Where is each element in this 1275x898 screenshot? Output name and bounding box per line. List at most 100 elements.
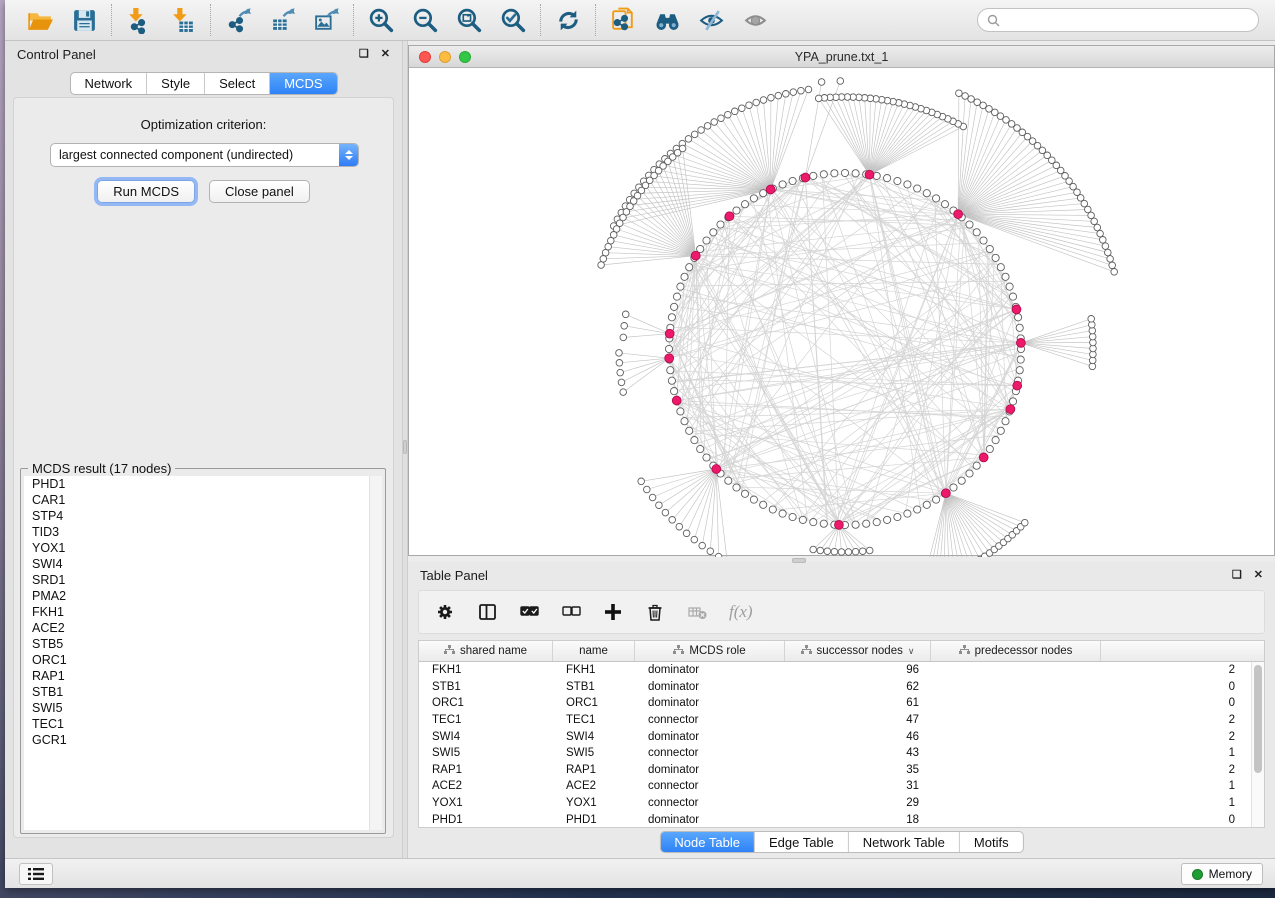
mcds-result-item[interactable]: FKH1 <box>24 604 382 620</box>
table-row[interactable]: TEC1TEC1connector472 <box>419 712 1251 729</box>
export-network-icon[interactable] <box>224 6 252 34</box>
mcds-result-item[interactable]: YOX1 <box>24 540 382 556</box>
search-input[interactable] <box>1006 13 1249 27</box>
mcds-tab-content: Optimization criterion: largest connecte… <box>13 97 394 838</box>
graphics-details-icon[interactable] <box>697 6 725 34</box>
import-network-icon[interactable] <box>125 6 153 34</box>
close-table-panel-icon[interactable]: ✕ <box>1254 570 1263 581</box>
run-mcds-button[interactable]: Run MCDS <box>97 180 195 203</box>
mcds-list-scrollbar[interactable] <box>369 476 382 830</box>
splitter-grip[interactable] <box>403 440 407 454</box>
table-panel: Table Panel ❑ ✕ f(x) shared namenameMCDS… <box>408 562 1275 858</box>
tab-select[interactable]: Select <box>205 73 270 94</box>
table-header-row: shared namenameMCDS rolesuccessor nodes∨… <box>419 641 1264 662</box>
column-header-predecessor-nodes[interactable]: predecessor nodes <box>931 641 1101 661</box>
network-window-titlebar[interactable]: YPA_prune.txt_1 <box>409 46 1274 68</box>
tab-edge-table[interactable]: Edge Table <box>755 832 849 852</box>
search-box[interactable] <box>977 8 1259 32</box>
tab-motifs[interactable]: Motifs <box>960 832 1023 852</box>
mcds-result-item[interactable]: ACE2 <box>24 620 382 636</box>
maximize-window-button[interactable] <box>459 51 471 63</box>
table-scrollbar-thumb[interactable] <box>1254 665 1262 773</box>
table-row[interactable]: STB1STB1dominator620 <box>419 679 1251 696</box>
control-panel-titlebar: Control Panel ❑ ✕ <box>5 41 402 67</box>
table-row[interactable]: FKH1FKH1dominator962 <box>419 662 1251 679</box>
mcds-result-list[interactable]: PHD1CAR1STP4TID3YOX1SWI4SRD1PMA2FKH1ACE2… <box>24 476 382 830</box>
column-header-successor-nodes[interactable]: successor nodes∨ <box>785 641 931 661</box>
refresh-icon[interactable] <box>554 6 582 34</box>
search-network-icon[interactable] <box>653 6 681 34</box>
column-header-shared-name[interactable]: shared name <box>419 641 553 661</box>
hide-details-icon[interactable] <box>741 6 769 34</box>
table-row[interactable]: YOX1YOX1connector291 <box>419 795 1251 812</box>
table-row[interactable]: SWI5SWI5connector431 <box>419 745 1251 762</box>
open-file-icon[interactable] <box>26 6 54 34</box>
column-header-name[interactable]: name <box>553 641 635 661</box>
close-window-button[interactable] <box>419 51 431 63</box>
export-table-icon[interactable] <box>268 6 296 34</box>
close-panel-button[interactable]: Close panel <box>209 180 310 203</box>
gear-icon[interactable] <box>435 602 457 622</box>
table-row[interactable]: ORC1ORC1dominator610 <box>419 695 1251 712</box>
tab-mcds[interactable]: MCDS <box>270 73 336 94</box>
network-canvas[interactable] <box>409 68 1274 555</box>
optimization-dropdown[interactable]: largest connected component (undirected) <box>50 143 359 167</box>
table-scrollbar[interactable] <box>1251 662 1264 827</box>
zoom-fit-icon[interactable] <box>455 6 483 34</box>
table-row[interactable]: SWI4SWI4dominator462 <box>419 728 1251 745</box>
node-table: shared namenameMCDS rolesuccessor nodes∨… <box>418 640 1265 828</box>
float-table-panel-icon[interactable]: ❑ <box>1232 570 1242 581</box>
network-view-window: YPA_prune.txt_1 <box>408 45 1275 556</box>
status-bar: Memory <box>5 858 1275 888</box>
column-view-icon[interactable] <box>477 602 499 622</box>
column-header-MCDS-role[interactable]: MCDS role <box>635 641 785 661</box>
tab-node-table[interactable]: Node Table <box>660 832 755 852</box>
mcds-result-item[interactable]: PHD1 <box>24 476 382 492</box>
mcds-result-item[interactable]: ORC1 <box>24 652 382 668</box>
float-panel-icon[interactable]: ❑ <box>359 49 369 60</box>
network-graph[interactable] <box>409 68 1275 557</box>
network-window-title: YPA_prune.txt_1 <box>795 50 889 64</box>
task-history-button[interactable] <box>19 863 53 885</box>
save-session-icon[interactable] <box>70 6 98 34</box>
mcds-result-item[interactable]: STB1 <box>24 684 382 700</box>
tab-style[interactable]: Style <box>147 73 205 94</box>
shared-column-icon <box>673 645 684 658</box>
tab-network[interactable]: Network <box>70 73 147 94</box>
select-all-icon[interactable] <box>519 602 541 622</box>
table-toolbar: f(x) <box>418 590 1265 634</box>
export-image-icon[interactable] <box>312 6 340 34</box>
table-row[interactable]: ACE2ACE2connector311 <box>419 778 1251 795</box>
shared-column-icon <box>801 645 812 658</box>
mcds-result-item[interactable]: TEC1 <box>24 716 382 732</box>
close-panel-icon[interactable]: ✕ <box>381 49 390 60</box>
memory-button[interactable]: Memory <box>1181 863 1263 885</box>
mcds-result-item[interactable]: CAR1 <box>24 492 382 508</box>
horizontal-splitter-grip[interactable] <box>792 558 806 563</box>
delete-table-icon[interactable] <box>687 602 709 622</box>
mcds-result-item[interactable]: SWI5 <box>24 700 382 716</box>
mcds-result-item[interactable]: SWI4 <box>24 556 382 572</box>
import-table-icon[interactable] <box>169 6 197 34</box>
mcds-result-item[interactable]: STB5 <box>24 636 382 652</box>
zoom-out-icon[interactable] <box>411 6 439 34</box>
zoom-in-icon[interactable] <box>367 6 395 34</box>
deselect-all-icon[interactable] <box>561 602 583 622</box>
zoom-selected-icon[interactable] <box>499 6 527 34</box>
mcds-result-item[interactable]: STP4 <box>24 508 382 524</box>
clone-network-icon[interactable] <box>609 6 637 34</box>
tab-network-table[interactable]: Network Table <box>849 832 960 852</box>
mcds-result-item[interactable]: RAP1 <box>24 668 382 684</box>
add-column-icon[interactable] <box>603 602 625 622</box>
mcds-result-item[interactable]: TID3 <box>24 524 382 540</box>
mcds-result-item[interactable]: GCR1 <box>24 732 382 748</box>
mcds-result-item[interactable]: PMA2 <box>24 588 382 604</box>
table-row[interactable]: PHD1PHD1dominator180 <box>419 811 1251 828</box>
minimize-window-button[interactable] <box>439 51 451 63</box>
mcds-result-item[interactable]: SRD1 <box>24 572 382 588</box>
function-builder-icon[interactable]: f(x) <box>729 602 753 622</box>
table-row[interactable]: RAP1RAP1dominator352 <box>419 762 1251 779</box>
table-panel-tabs: Node TableEdge TableNetwork TableMotifs <box>659 831 1023 853</box>
sort-descending-icon: ∨ <box>908 646 915 657</box>
delete-column-icon[interactable] <box>645 602 667 622</box>
